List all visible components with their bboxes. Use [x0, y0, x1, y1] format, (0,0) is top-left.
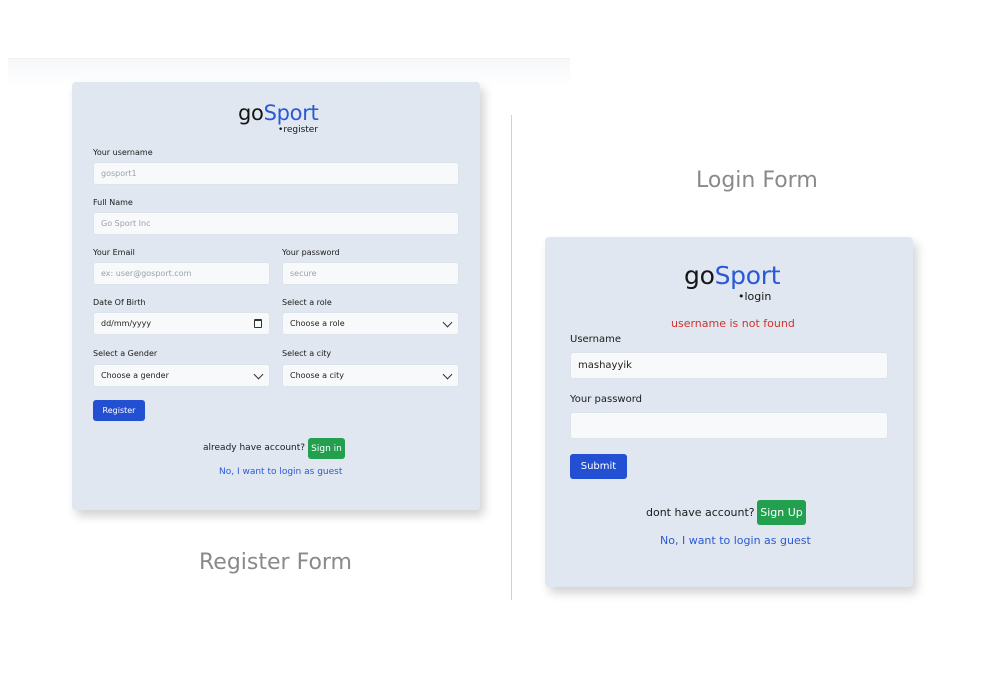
username-input[interactable]: mashayyik	[570, 352, 888, 379]
chevron-down-icon	[253, 369, 264, 379]
login-card: goSport login username is not found User…	[545, 237, 913, 587]
logo-go-text: go	[684, 261, 715, 290]
email-input[interactable]: ex: user@gosport.com	[93, 262, 270, 285]
register-logo: goSport	[238, 101, 319, 125]
city-select[interactable]: Choose a city	[282, 364, 459, 387]
gender-value: Choose a gender	[101, 371, 169, 380]
username-label: Your username	[93, 148, 153, 157]
fullname-label: Full Name	[93, 198, 133, 207]
divider	[511, 115, 512, 600]
password-input[interactable]: secure	[282, 262, 459, 285]
password-label: Your password	[282, 248, 340, 257]
password-placeholder: secure	[290, 269, 317, 278]
gender-label: Select a Gender	[93, 349, 158, 358]
dob-input[interactable]: dd/mm/yyyy	[93, 312, 270, 335]
chevron-down-icon	[442, 369, 453, 379]
email-placeholder: ex: user@gosport.com	[101, 269, 192, 278]
role-label: Select a role	[282, 298, 332, 307]
logo-sport-text: Sport	[263, 101, 319, 125]
chevron-down-icon	[442, 317, 453, 327]
register-subtitle: register	[278, 125, 318, 135]
no-account-text: dont have account?	[646, 506, 755, 519]
username-placeholder: gosport1	[101, 169, 137, 178]
calendar-icon[interactable]	[254, 319, 262, 328]
login-subtitle: login	[738, 290, 772, 303]
email-label: Your Email	[93, 248, 135, 257]
role-value: Choose a role	[290, 319, 345, 328]
fullname-input[interactable]: Go Sport Inc	[93, 212, 459, 235]
guest-login-link[interactable]: No, I want to login as guest	[219, 467, 342, 477]
have-account-text: already have account?	[203, 443, 306, 453]
login-caption: Login Form	[696, 168, 818, 193]
password-label: Your password	[570, 394, 643, 405]
fullname-placeholder: Go Sport Inc	[101, 219, 151, 228]
gender-select[interactable]: Choose a gender	[93, 364, 270, 387]
signup-button[interactable]: Sign Up	[757, 500, 806, 525]
guest-login-link[interactable]: No, I want to login as guest	[660, 534, 811, 547]
logo-go-text: go	[238, 101, 264, 125]
username-input[interactable]: gosport1	[93, 162, 459, 185]
username-label: Username	[570, 334, 621, 345]
role-select[interactable]: Choose a role	[282, 312, 459, 335]
login-logo: goSport	[684, 261, 781, 290]
signin-button[interactable]: Sign in	[308, 438, 345, 459]
city-value: Choose a city	[290, 371, 345, 380]
register-button[interactable]: Register	[93, 400, 145, 421]
dob-value: dd/mm/yyyy	[101, 319, 152, 328]
username-value: mashayyik	[578, 360, 632, 371]
register-card: goSport register Your username gosport1 …	[72, 82, 480, 510]
logo-sport-text: Sport	[714, 261, 781, 290]
city-label: Select a city	[282, 349, 332, 358]
register-caption: Register Form	[199, 550, 352, 575]
password-input[interactable]	[570, 412, 888, 439]
dob-label: Date Of Birth	[93, 298, 146, 307]
submit-button[interactable]: Submit	[570, 454, 627, 479]
error-message: username is not found	[671, 317, 795, 330]
